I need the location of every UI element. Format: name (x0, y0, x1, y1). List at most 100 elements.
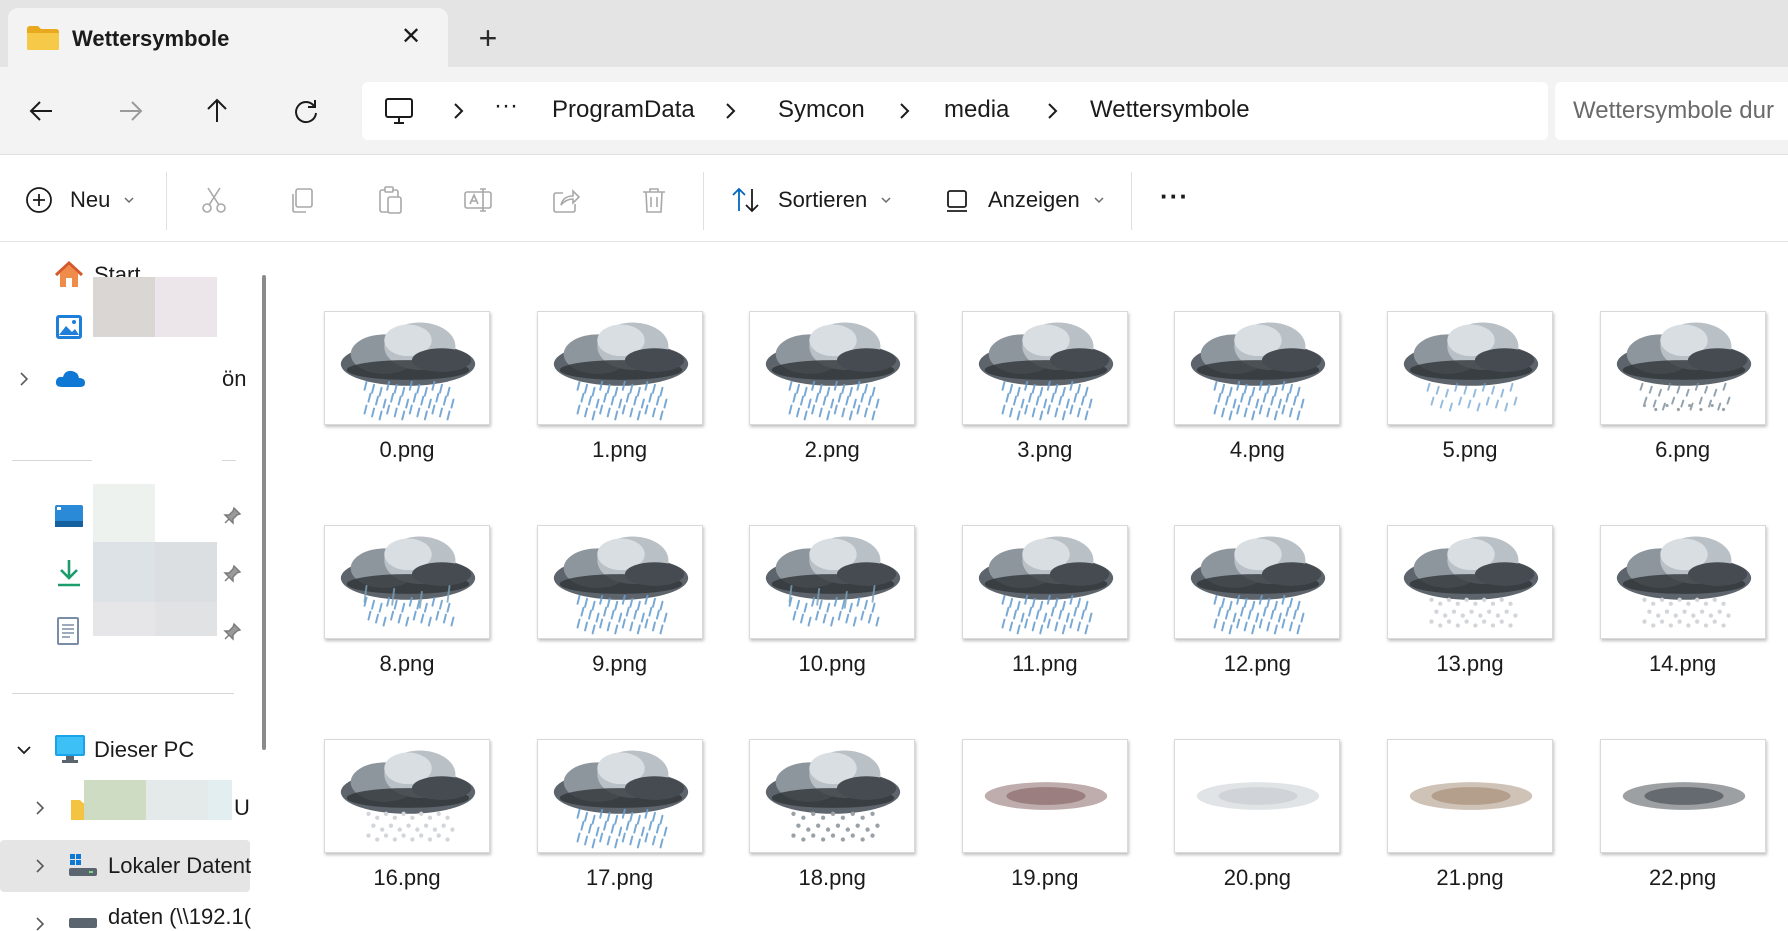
redacted-label (93, 484, 155, 542)
weather-thumbnail (1174, 311, 1341, 425)
rename-button[interactable] (458, 180, 498, 220)
file-name: 22.png (1648, 865, 1717, 890)
weather-thumbnail (749, 739, 916, 853)
sidebar-item-network-drive[interactable]: daten (\\192.1( (0, 898, 251, 931)
refresh-button[interactable] (286, 91, 326, 131)
chevron-right-icon (36, 917, 45, 931)
redacted-label (93, 277, 155, 337)
refresh-icon (295, 100, 317, 124)
pin-icon[interactable] (222, 622, 242, 642)
address-bar[interactable]: ··· ProgramData Symcon media Wettersymbo… (362, 82, 1548, 140)
network-drive-icon (69, 918, 97, 928)
up-button[interactable] (197, 91, 237, 131)
file-item[interactable]: 10.png (747, 525, 917, 695)
breadcrumb-programdata[interactable]: ProgramData (552, 96, 695, 124)
arrow-up-icon (207, 98, 227, 122)
weather-thumbnail (324, 739, 490, 853)
weather-thumbnail (1387, 739, 1553, 853)
file-item[interactable]: 16.png (322, 739, 492, 909)
file-item[interactable]: 11.png (960, 525, 1130, 695)
close-tab-icon[interactable]: ✕ (394, 20, 428, 54)
view-button[interactable]: Anzeigen (944, 178, 1106, 222)
sidebar-item-gallery[interactable] (0, 277, 250, 355)
file-name: 1.png (592, 437, 648, 462)
document-icon (57, 617, 79, 645)
weather-thumbnail (324, 311, 490, 425)
sidebar-item-drive[interactable]: U (0, 780, 250, 834)
divider (12, 460, 92, 461)
file-item[interactable]: 18.png (747, 739, 917, 909)
home-icon (54, 261, 84, 287)
file-item[interactable]: 20.png (1172, 739, 1342, 909)
file-item[interactable]: 12.png (1172, 525, 1342, 695)
redacted-label (146, 780, 208, 820)
sidebar-item-documents[interactable] (0, 602, 250, 658)
file-name: 16.png (373, 865, 441, 890)
file-item[interactable]: 4.png (1172, 311, 1342, 481)
redacted-label (155, 602, 217, 636)
sidebar-item-onedrive[interactable]: ön (0, 353, 250, 405)
redacted-label (155, 542, 217, 604)
breadcrumb-overflow[interactable]: ··· (494, 92, 518, 120)
file-item[interactable]: 9.png (535, 525, 705, 695)
sidebar-item-label: ön (222, 366, 247, 391)
file-item[interactable]: 13.png (1385, 525, 1555, 695)
forward-button[interactable] (110, 91, 150, 131)
search-input[interactable]: Wettersymbole dur (1555, 82, 1788, 140)
share-icon (553, 189, 581, 213)
file-item[interactable]: 22.png (1598, 739, 1768, 909)
file-item[interactable]: 21.png (1385, 739, 1555, 909)
weather-thumbnail (536, 739, 703, 853)
sidebar-item-downloads[interactable] (0, 542, 250, 604)
cut-button[interactable] (194, 180, 234, 220)
new-tab-button[interactable]: + (470, 20, 506, 56)
sidebar-item-desktop[interactable] (0, 484, 250, 542)
file-item[interactable]: 1.png (535, 311, 705, 481)
view-layout-icon (947, 190, 967, 212)
file-name: 9.png (592, 651, 648, 676)
sidebar-item-label: Dieser PC (94, 737, 195, 762)
weather-thumbnail (1599, 311, 1766, 425)
file-item[interactable]: 14.png (1598, 525, 1768, 695)
share-button[interactable] (546, 180, 586, 220)
new-button[interactable]: Neu (24, 178, 136, 222)
file-item[interactable]: 5.png (1385, 311, 1555, 481)
back-button[interactable] (22, 91, 62, 131)
file-item[interactable]: 2.png (747, 311, 917, 481)
breadcrumb-symcon[interactable]: Symcon (778, 96, 865, 124)
pin-icon[interactable] (222, 564, 242, 584)
sidebar-item-this-pc[interactable]: Dieser PC (0, 724, 250, 776)
file-item[interactable]: 3.png (960, 311, 1130, 481)
computer-icon (385, 98, 413, 124)
chevron-right-icon (1048, 103, 1058, 119)
copy-button[interactable] (282, 180, 322, 220)
trash-icon (643, 188, 665, 213)
search-placeholder: Wettersymbole dur (1573, 97, 1774, 124)
file-item[interactable]: 0.png (322, 311, 492, 481)
sort-button[interactable]: Sortieren (730, 178, 893, 222)
file-item[interactable]: 6.png (1598, 311, 1768, 481)
sidebar-item-local-disk[interactable]: Lokaler Datent (0, 840, 251, 892)
more-options-button[interactable]: ··· (1160, 174, 1189, 218)
paste-button[interactable] (370, 180, 410, 220)
sidebar-scrollbar[interactable] (262, 275, 266, 750)
file-item[interactable]: 19.png (960, 739, 1130, 909)
tab-wettersymbole[interactable]: Wettersymbole ✕ (8, 8, 448, 67)
file-name: 5.png (1442, 437, 1498, 462)
separator (703, 172, 704, 230)
file-item[interactable]: 17.png (535, 739, 705, 909)
file-name: 3.png (1017, 437, 1073, 462)
breadcrumb-wettersymbole[interactable]: Wettersymbole (1090, 96, 1250, 124)
pin-icon[interactable] (222, 506, 242, 526)
view-button-label: Anzeigen (988, 187, 1080, 212)
scissors-icon (202, 187, 226, 213)
file-name: 8.png (379, 651, 435, 676)
delete-button[interactable] (634, 180, 674, 220)
redacted-label (208, 780, 232, 820)
file-name: 10.png (798, 651, 866, 676)
breadcrumb-media[interactable]: media (944, 96, 1009, 124)
redacted-label (84, 780, 146, 820)
chevron-right-icon (454, 103, 464, 119)
file-item[interactable]: 8.png (322, 525, 492, 695)
redacted-label (93, 602, 155, 636)
